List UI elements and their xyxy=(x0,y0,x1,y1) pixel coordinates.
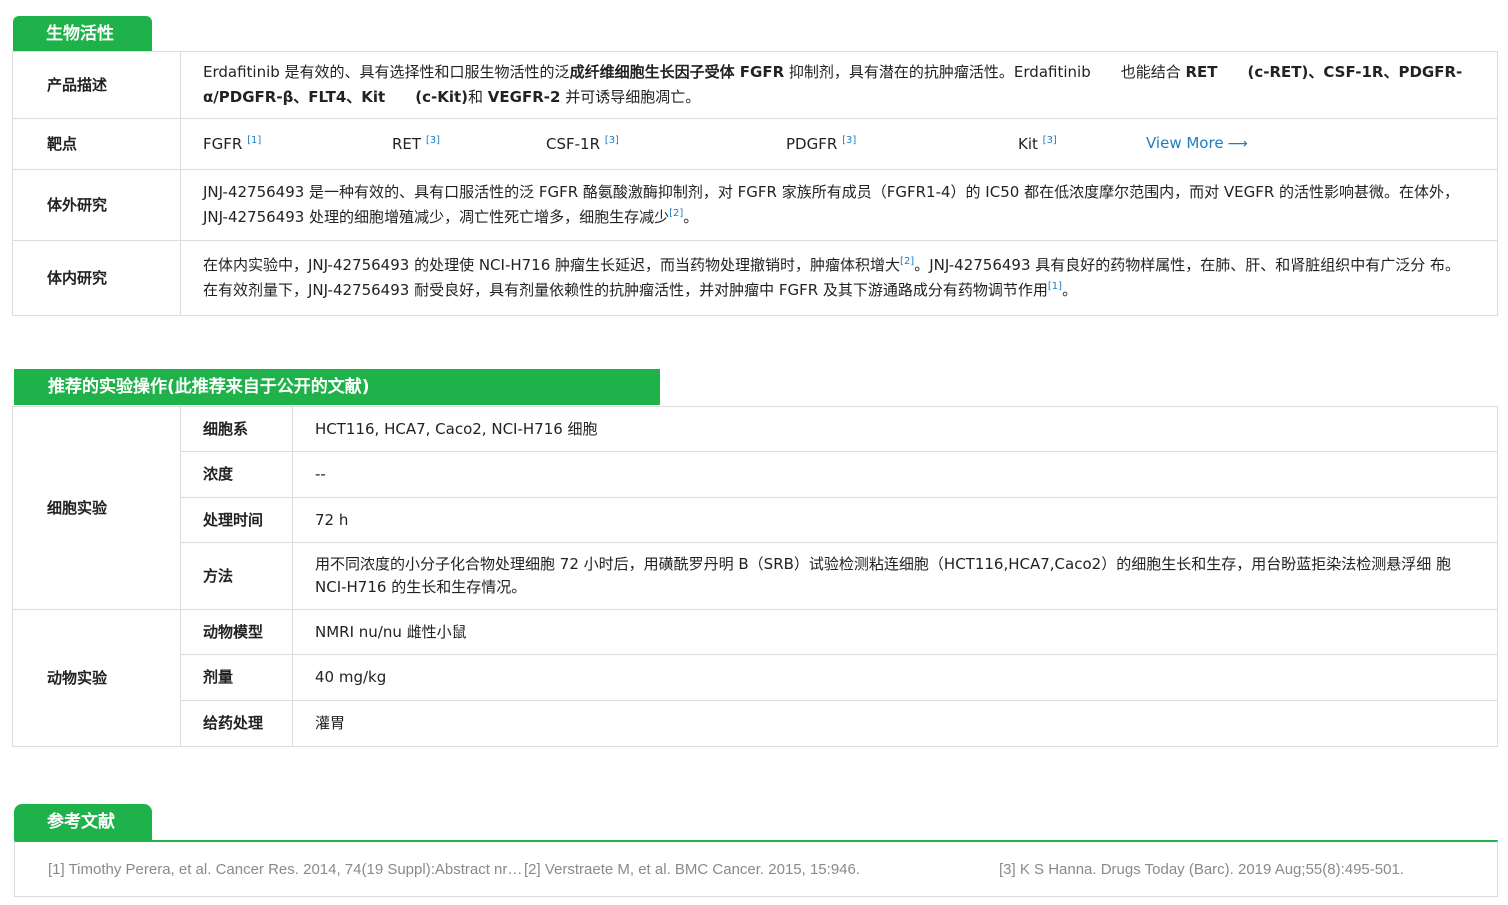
animal-model-label: 动物模型 xyxy=(180,609,293,655)
animal-experiment-label: 动物实验 xyxy=(12,609,181,747)
ref-link[interactable]: [1] xyxy=(1048,281,1062,292)
ref-link[interactable]: [2] xyxy=(669,208,683,219)
targets-row: 靶点 FGFR [1] RET [3] CSF-1R [3] PDGFR [3]… xyxy=(12,118,1498,170)
concentration-label: 浓度 xyxy=(180,451,293,498)
target-fgfr[interactable]: FGFR [1] xyxy=(203,132,392,157)
table-row: 细胞实验 细胞系 HCT116, HCA7, Caco2, NCI-H716 细… xyxy=(12,406,1498,610)
target-pdgfr[interactable]: PDGFR [3] xyxy=(786,132,1018,157)
cell-line-label: 细胞系 xyxy=(180,406,293,452)
dose-label: 剂量 xyxy=(180,654,293,701)
animal-model-value: NMRI nu/nu 雌性小鼠 xyxy=(292,609,1498,655)
ref-link[interactable]: [3] xyxy=(426,135,440,146)
ref-link[interactable]: [2] xyxy=(900,256,914,267)
protocol-table: 细胞实验 细胞系 HCT116, HCA7, Caco2, NCI-H716 细… xyxy=(12,406,1498,747)
in-vitro-label: 体外研究 xyxy=(12,169,181,241)
in-vitro-text: JNJ-42756493 是一种有效的、具有口服活性的泛 FGFR 酪氨酸激酶抑… xyxy=(180,169,1498,241)
target-csf-1r[interactable]: CSF-1R [3] xyxy=(546,132,786,157)
cell-line-value: HCT116, HCA7, Caco2, NCI-H716 细胞 xyxy=(292,406,1498,452)
table-row: 处理时间 72 h xyxy=(13,497,1498,543)
in-vivo-text: 在体内实验中，JNJ-42756493 的处理使 NCI-H716 肿瘤生长延迟… xyxy=(180,240,1498,316)
reference-item-1[interactable]: [1] Timothy Perera, et al. Cancer Res. 2… xyxy=(48,861,524,878)
arrow-right-icon: ⟶ xyxy=(1227,136,1248,152)
bio-activity-tab: 生物活性 xyxy=(13,16,152,52)
ref-link[interactable]: [1] xyxy=(247,135,261,146)
concentration-value: -- xyxy=(292,451,1498,498)
table-row: 动物实验 动物模型 NMRI nu/nu 雌性小鼠 xyxy=(12,609,1498,747)
target-ret[interactable]: RET [3] xyxy=(392,132,546,157)
treatment-time-label: 处理时间 xyxy=(180,497,293,543)
targets-list: FGFR [1] RET [3] CSF-1R [3] PDGFR [3] Ki… xyxy=(180,118,1498,170)
table-row: 浓度 -- xyxy=(13,451,1498,498)
view-more-link[interactable]: View More ⟶ xyxy=(1146,131,1248,157)
references-list: [1] Timothy Perera, et al. Cancer Res. 2… xyxy=(14,840,1498,897)
table-row: 剂量 40 mg/kg xyxy=(13,654,1498,701)
targets-label: 靶点 xyxy=(12,118,181,170)
in-vivo-label: 体内研究 xyxy=(12,240,181,316)
administration-label: 给药处理 xyxy=(180,700,293,747)
table-row: 方法 用不同浓度的小分子化合物处理细胞 72 小时后，用磺酰罗丹明 B（SRB）… xyxy=(13,542,1498,610)
reference-item-3[interactable]: [3] K S Hanna. Drugs Today (Barc). 2019 … xyxy=(999,861,1489,878)
cell-experiment-label: 细胞实验 xyxy=(12,406,181,610)
ref-link[interactable]: [3] xyxy=(1043,135,1057,146)
protocol-tab: 推荐的实验操作(此推荐来自于公开的文献) xyxy=(14,369,660,405)
method-value: 用不同浓度的小分子化合物处理细胞 72 小时后，用磺酰罗丹明 B（SRB）试验检… xyxy=(292,542,1498,610)
product-description-row: 产品描述 Erdafitinib 是有效的、具有选择性和口服生物活性的泛成纤维细… xyxy=(12,51,1498,119)
administration-value: 灌胃 xyxy=(292,700,1498,747)
method-label: 方法 xyxy=(180,542,293,610)
references-tab: 参考文献 xyxy=(14,804,152,840)
treatment-time-value: 72 h xyxy=(292,497,1498,543)
dose-value: 40 mg/kg xyxy=(292,654,1498,701)
ref-link[interactable]: [3] xyxy=(605,135,619,146)
reference-item-2[interactable]: [2] Verstraete M, et al. BMC Cancer. 201… xyxy=(524,861,999,878)
ref-link[interactable]: [3] xyxy=(842,135,856,146)
in-vitro-row: 体外研究 JNJ-42756493 是一种有效的、具有口服活性的泛 FGFR 酪… xyxy=(12,169,1498,241)
target-kit[interactable]: Kit [3] xyxy=(1018,132,1146,157)
product-description-text: Erdafitinib 是有效的、具有选择性和口服生物活性的泛成纤维细胞生长因子… xyxy=(180,51,1498,119)
product-description-label: 产品描述 xyxy=(12,51,181,119)
in-vivo-row: 体内研究 在体内实验中，JNJ-42756493 的处理使 NCI-H716 肿… xyxy=(12,240,1498,316)
bio-activity-table: 产品描述 Erdafitinib 是有效的、具有选择性和口服生物活性的泛成纤维细… xyxy=(12,51,1498,316)
table-row: 给药处理 灌胃 xyxy=(13,700,1498,747)
